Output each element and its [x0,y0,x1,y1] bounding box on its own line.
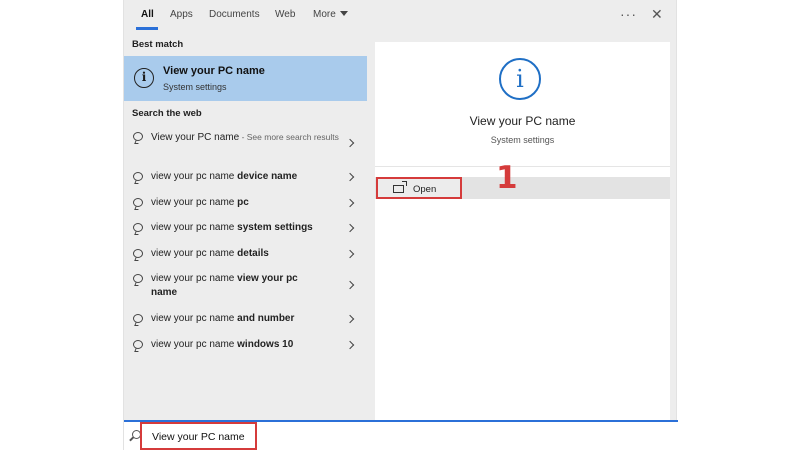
chevron-right-icon [345,314,355,324]
web-suggestion-bold: details [237,248,269,259]
web-suggestion-bold: device name [237,171,298,182]
tab-more-label: More [313,9,336,20]
info-icon: i [499,58,541,100]
action-row: Open [375,177,670,199]
best-match-title: View your PC name [163,65,265,77]
best-match-subtitle: System settings [163,82,227,92]
web-suggestion-item[interactable]: view your pc name view your pc name [124,270,367,306]
results-list: Best match i View your PC name System se… [124,30,367,420]
search-input[interactable]: View your PC name [140,422,257,450]
search-web-icon [133,249,143,258]
web-suggestion-item[interactable]: view your pc name details [124,245,367,267]
web-suggestion-text: view your pc name [151,197,238,208]
web-suggestion-item[interactable]: view your pc name windows 10 [124,336,367,358]
more-options-icon[interactable]: ··· [620,6,637,22]
chevron-right-icon [345,340,355,350]
web-suggestion-item[interactable]: view your pc name pc [124,194,367,216]
web-suggestion-bold: system settings [237,222,313,233]
web-suggestion-text: view your pc name [151,171,238,182]
tab-apps[interactable]: Apps [170,9,193,20]
result-preview: i View your PC name System settings Open… [375,42,670,420]
search-web-icon [133,314,143,323]
web-suggestion-bold: and number [237,313,295,324]
chevron-down-icon [339,11,348,16]
tab-documents[interactable]: Documents [209,9,260,20]
web-suggestion-text: View your PC name [151,132,240,143]
web-suggestion-item[interactable]: View your PC name - See more search resu… [124,128,367,164]
info-icon: i [134,68,154,88]
close-icon[interactable]: ✕ [651,6,663,23]
chevron-right-icon [345,280,355,290]
web-suggestion-bold: pc [237,197,249,208]
search-web-icon [133,198,143,207]
tab-more[interactable]: More [313,9,348,20]
open-label: Open [413,184,437,195]
web-suggestion-suffix: - See more search results [239,132,339,142]
chevron-right-icon [345,138,355,148]
web-suggestion-text: view your pc name [151,339,238,350]
preview-title: View your PC name [469,114,576,128]
screenshot: All Apps Documents Web More ··· ✕ Best m… [0,0,800,450]
web-suggestion-bold: windows 10 [237,339,294,350]
search-bar: View your PC name [124,420,678,450]
best-match-heading: Best match [132,39,184,50]
chevron-right-icon [345,172,355,182]
preview-subtitle: System settings [490,135,555,145]
web-suggestion-item[interactable]: view your pc name system settings [124,219,367,241]
search-web-icon [133,132,143,141]
tab-all[interactable]: All [141,9,154,20]
step-annotation-number: 1 [496,160,518,196]
search-input-value: View your PC name [152,431,245,443]
search-web-heading: Search the web [132,108,202,119]
web-suggestion-text: view your pc name [151,222,238,233]
tab-web[interactable]: Web [275,9,295,20]
chevron-right-icon [345,223,355,233]
chevron-right-icon [345,249,355,259]
web-suggestion-item[interactable]: view your pc name device name [124,168,367,190]
search-web-icon [133,340,143,349]
chevron-right-icon [345,198,355,208]
web-suggestion-text: view your pc name [151,248,238,259]
web-suggestion-text: view your pc name [151,273,238,284]
open-window-icon [393,181,407,193]
search-web-icon [133,223,143,232]
divider [375,166,670,167]
best-match-result[interactable]: i View your PC name System settings [124,56,367,101]
open-button[interactable]: Open [376,177,462,199]
search-web-icon [133,172,143,181]
start-search-panel: All Apps Documents Web More ··· ✕ Best m… [123,0,678,450]
web-suggestion-item[interactable]: view your pc name and number [124,310,367,332]
search-web-icon [133,274,143,283]
web-suggestion-text: view your pc name [151,313,238,324]
search-tabs: All Apps Documents Web More ··· ✕ [124,0,678,30]
